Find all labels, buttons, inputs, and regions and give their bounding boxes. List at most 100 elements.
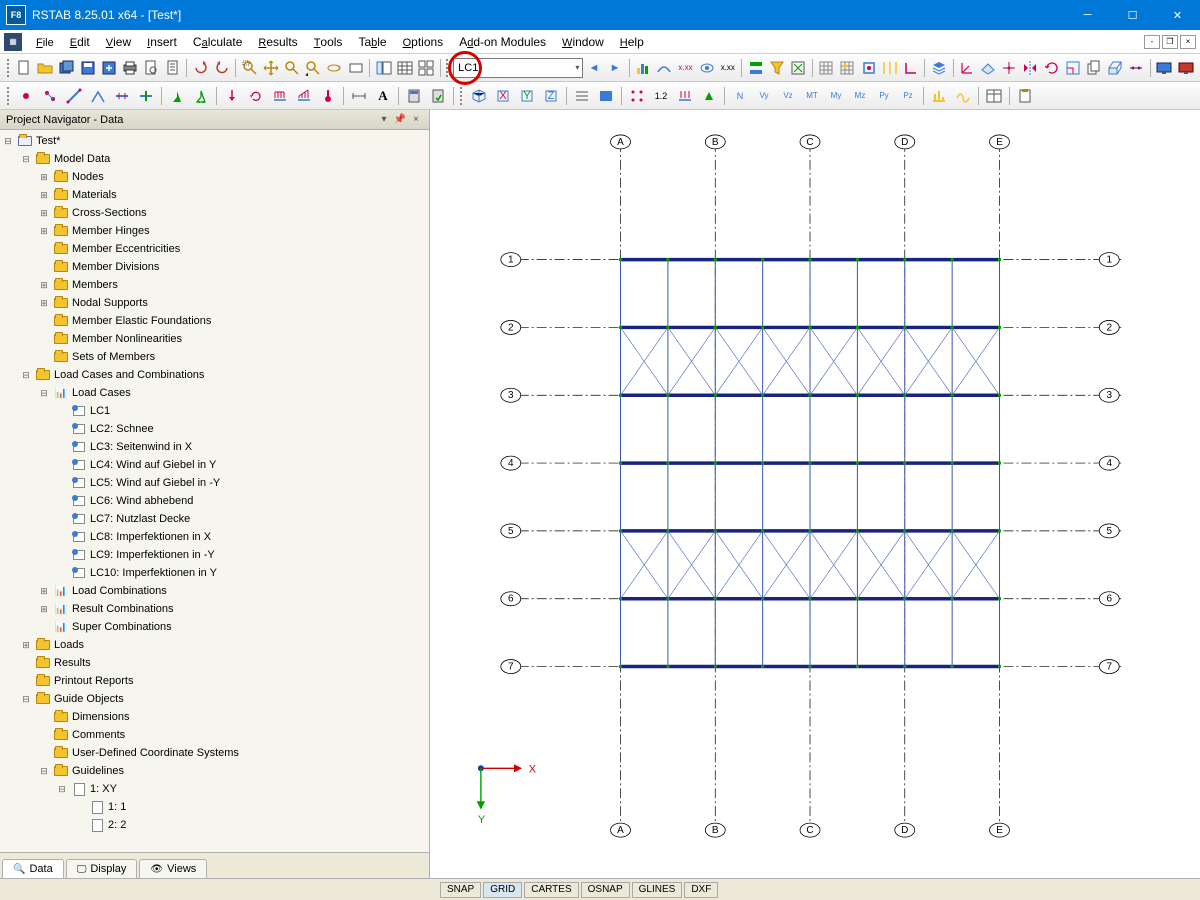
save-all-icon[interactable] <box>57 57 76 79</box>
load-trap-icon[interactable] <box>293 85 315 107</box>
menu-calculate[interactable]: Calculate <box>185 33 250 51</box>
menu-insert[interactable]: Insert <box>139 33 185 51</box>
report-icon[interactable] <box>163 57 182 79</box>
render-solid-icon[interactable] <box>595 85 617 107</box>
tree-after-1[interactable]: Results <box>2 654 429 672</box>
tree-md-2[interactable]: ⊞Cross-Sections <box>2 204 429 222</box>
render-wire-icon[interactable] <box>571 85 593 107</box>
autohide-icon[interactable]: 📌 <box>393 113 407 127</box>
tree-guide-0[interactable]: Dimensions <box>2 708 429 726</box>
support2-icon[interactable] <box>190 85 212 107</box>
tree-gl-group[interactable]: ⊟1: XY <box>2 780 429 798</box>
member1-icon[interactable] <box>63 85 85 107</box>
view-x-icon[interactable]: X <box>492 85 514 107</box>
tree-guide-1[interactable]: Comments <box>2 726 429 744</box>
tree-root[interactable]: ⊟Test* <box>2 132 429 150</box>
screen1-icon[interactable] <box>1155 57 1174 79</box>
maximize-button[interactable]: ☐ <box>1110 0 1155 30</box>
minimize-button[interactable]: ─ <box>1065 0 1110 30</box>
save-as-icon[interactable] <box>99 57 118 79</box>
member4-icon[interactable] <box>135 85 157 107</box>
canvas[interactable]: AABBCCDDEE11223344556677 X Y <box>430 110 1200 878</box>
rotate-tool-icon[interactable] <box>1042 57 1061 79</box>
tree-md-9[interactable]: Member Nonlinearities <box>2 330 429 348</box>
gline-icon[interactable] <box>880 57 899 79</box>
lc-prev-icon[interactable]: ◄ <box>584 57 603 79</box>
values-icon[interactable]: x.xx <box>676 57 695 79</box>
result-vy-icon[interactable]: Vy <box>753 85 775 107</box>
menu-table[interactable]: Table <box>350 33 394 51</box>
undo-icon[interactable] <box>191 57 210 79</box>
filter-3-icon[interactable] <box>789 57 808 79</box>
result-smooth-icon[interactable] <box>952 85 974 107</box>
result-mt-icon[interactable]: MT <box>801 85 823 107</box>
zoom-extents-icon[interactable] <box>283 57 302 79</box>
tree-lc-0[interactable]: LC1 <box>2 402 429 420</box>
navigator-tree[interactable]: ⊟Test*⊟Model Data⊞Nodes⊞Materials⊞Cross-… <box>0 130 429 852</box>
menu-file[interactable]: File <box>28 33 62 51</box>
table-icon[interactable] <box>395 57 414 79</box>
ortho-icon[interactable] <box>901 57 920 79</box>
result-n-icon[interactable]: N <box>729 85 751 107</box>
tree-lcc-2[interactable]: 📊Super Combinations <box>2 618 429 636</box>
status-cartes[interactable]: CARTES <box>524 882 578 898</box>
load-temp-icon[interactable] <box>317 85 339 107</box>
tree-md-10[interactable]: Sets of Members <box>2 348 429 366</box>
tree-load-cases[interactable]: ⊟📊Load Cases <box>2 384 429 402</box>
show-nodes-icon[interactable] <box>626 85 648 107</box>
x-values-icon[interactable]: x.xx <box>718 57 737 79</box>
menu-help[interactable]: Help <box>612 33 652 51</box>
tree-lc-2[interactable]: LC3: Seitenwind in X <box>2 438 429 456</box>
tree-md-8[interactable]: Member Elastic Foundations <box>2 312 429 330</box>
dxf-layer-icon[interactable] <box>929 57 948 79</box>
tree-gl-1[interactable]: 2: 2 <box>2 816 429 834</box>
loadcase-combo[interactable]: LC1 <box>453 58 583 78</box>
load-line-icon[interactable] <box>269 85 291 107</box>
member3-icon[interactable] <box>111 85 133 107</box>
navigator-icon[interactable] <box>374 57 393 79</box>
result-vz-icon[interactable]: Vz <box>777 85 799 107</box>
dim-icon[interactable] <box>348 85 370 107</box>
status-snap[interactable]: SNAP <box>440 882 481 898</box>
node-tool2-icon[interactable] <box>39 85 61 107</box>
tree-lcc[interactable]: ⊟Load Cases and Combinations <box>2 366 429 384</box>
result-mz-icon[interactable]: Mz <box>849 85 871 107</box>
mdi-restore[interactable]: ❐ <box>1162 35 1178 49</box>
pin-icon[interactable]: ▾ <box>377 113 391 127</box>
menu-edit[interactable]: Edit <box>62 33 98 51</box>
print-preview-icon[interactable] <box>142 57 161 79</box>
result-table-icon[interactable] <box>983 85 1005 107</box>
menu-options[interactable]: Options <box>395 33 452 51</box>
mdi-minimize[interactable]: - <box>1144 35 1160 49</box>
tree-md-6[interactable]: ⊞Members <box>2 276 429 294</box>
calc-all-icon[interactable] <box>427 85 449 107</box>
workplane-icon[interactable] <box>979 57 998 79</box>
scale-icon[interactable] <box>1063 57 1082 79</box>
text-icon[interactable]: A <box>372 85 394 107</box>
tree-guidelines[interactable]: ⊟Guidelines <box>2 762 429 780</box>
close-button[interactable]: ✕ <box>1155 0 1200 30</box>
view-z-icon[interactable]: Z <box>540 85 562 107</box>
support1-icon[interactable] <box>166 85 188 107</box>
show-support-icon[interactable] <box>698 85 720 107</box>
view-y-icon[interactable]: Y <box>516 85 538 107</box>
tree-lcc-0[interactable]: ⊞📊Load Combinations <box>2 582 429 600</box>
panel-close-icon[interactable]: × <box>409 113 423 127</box>
load-moment-icon[interactable] <box>245 85 267 107</box>
grid-node-icon[interactable] <box>838 57 857 79</box>
node-tool-icon[interactable] <box>15 85 37 107</box>
tree-md-5[interactable]: Member Divisions <box>2 258 429 276</box>
move-icon[interactable] <box>1000 57 1019 79</box>
tree-md-4[interactable]: Member Eccentricities <box>2 240 429 258</box>
tree-after-2[interactable]: Printout Reports <box>2 672 429 690</box>
menu-addon[interactable]: Add-on Modules <box>451 33 554 51</box>
calc-icon[interactable] <box>403 85 425 107</box>
status-glines[interactable]: GLINES <box>632 882 683 898</box>
tree-md-7[interactable]: ⊞Nodal Supports <box>2 294 429 312</box>
tree-lc-9[interactable]: LC10: Imperfektionen in Y <box>2 564 429 582</box>
menu-results[interactable]: Results <box>250 33 305 51</box>
tree-lcc-1[interactable]: ⊞📊Result Combinations <box>2 600 429 618</box>
rotate-icon[interactable] <box>325 57 344 79</box>
tree-lc-4[interactable]: LC5: Wind auf Giebel in -Y <box>2 474 429 492</box>
tree-lc-8[interactable]: LC9: Imperfektionen in -Y <box>2 546 429 564</box>
